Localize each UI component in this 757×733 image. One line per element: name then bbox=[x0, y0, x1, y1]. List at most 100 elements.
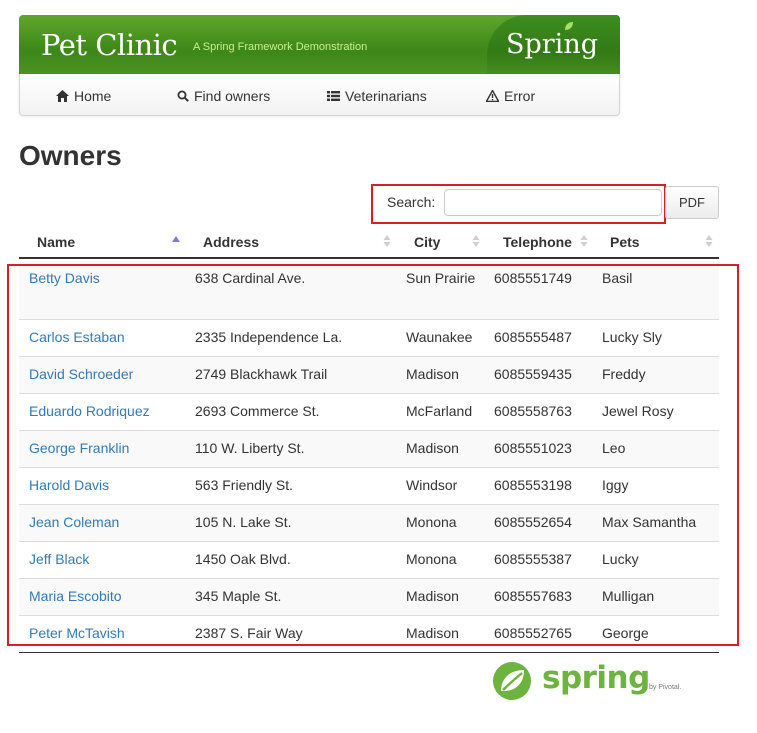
spring-logo-text: Spring bbox=[506, 29, 598, 60]
owner-name-link[interactable]: David Schroeder bbox=[29, 366, 133, 382]
nav-item-error[interactable]: Error bbox=[486, 87, 535, 105]
table-row: Peter McTavish 2387 S. Fair Way Madison … bbox=[19, 616, 719, 652]
owner-pets: George bbox=[602, 625, 649, 641]
owner-name-link[interactable]: Betty Davis bbox=[29, 270, 100, 286]
list-icon bbox=[327, 91, 340, 101]
owner-city: Monona bbox=[406, 514, 457, 530]
brand-subtitle: A Spring Framework Demonstration bbox=[193, 41, 368, 53]
column-header-address[interactable]: Address bbox=[203, 234, 259, 250]
owner-name-link[interactable]: Eduardo Rodriquez bbox=[29, 403, 150, 419]
pdf-export-button[interactable]: PDF bbox=[665, 186, 719, 219]
sort-both-icon[interactable] bbox=[580, 234, 588, 248]
search-icon bbox=[177, 90, 189, 102]
footer-logo-subtext: by Pivotal. bbox=[649, 684, 682, 691]
owner-pets: Iggy bbox=[602, 477, 629, 493]
owner-name-link[interactable]: Peter McTavish bbox=[29, 625, 125, 641]
home-icon bbox=[56, 90, 69, 102]
owner-address: 2387 S. Fair Way bbox=[195, 625, 303, 641]
sort-both-icon[interactable] bbox=[383, 234, 391, 248]
owner-address: 2335 Independence La. bbox=[195, 329, 343, 345]
owner-address: 345 Maple St. bbox=[195, 588, 282, 604]
nav-item-label: Veterinarians bbox=[345, 88, 427, 104]
owner-address: 105 N. Lake St. bbox=[195, 514, 292, 530]
column-header-name[interactable]: Name bbox=[37, 234, 75, 250]
owner-pets: Leo bbox=[602, 440, 626, 456]
owner-city: Waunakee bbox=[406, 329, 473, 345]
owner-telephone: 6085555387 bbox=[494, 551, 572, 567]
owner-name-link[interactable]: Maria Escobito bbox=[29, 588, 122, 604]
owner-city: McFarland bbox=[406, 403, 473, 419]
nav-item-label: Find owners bbox=[194, 88, 271, 104]
owners-table: Name Address City Telephone Pets Betty D… bbox=[19, 226, 719, 641]
owner-name-link[interactable]: George Franklin bbox=[29, 440, 129, 456]
owner-address: 2749 Blackhawk Trail bbox=[195, 366, 328, 382]
owner-telephone: 6085557683 bbox=[494, 588, 572, 604]
owner-telephone: 6085558763 bbox=[494, 403, 572, 419]
owner-address: 1450 Oak Blvd. bbox=[195, 551, 291, 567]
owner-telephone: 6085552654 bbox=[494, 514, 572, 530]
owner-city: Madison bbox=[406, 625, 459, 641]
nav-item-veterinarians[interactable]: Veterinarians bbox=[327, 87, 427, 105]
owner-address: 2693 Commerce St. bbox=[195, 403, 320, 419]
table-row: Jean Coleman 105 N. Lake St. Monona 6085… bbox=[19, 505, 719, 542]
column-header-pets[interactable]: Pets bbox=[610, 234, 640, 250]
search-input[interactable] bbox=[444, 189, 662, 216]
main-navbar: Home Find owners Veterinarians Error bbox=[19, 74, 620, 116]
page-title: Owners bbox=[19, 140, 122, 171]
owner-name-link[interactable]: Jean Coleman bbox=[29, 514, 119, 530]
owner-telephone: 6085555487 bbox=[494, 329, 572, 345]
table-row: Maria Escobito 345 Maple St. Madison 608… bbox=[19, 579, 719, 616]
spring-logo-panel: Spring bbox=[487, 15, 620, 74]
owner-pets: Jewel Rosy bbox=[602, 403, 674, 419]
column-header-telephone[interactable]: Telephone bbox=[503, 234, 572, 250]
footer-spring-logo: spring by Pivotal. bbox=[491, 660, 691, 704]
table-bottom-rule bbox=[19, 652, 719, 653]
owner-telephone: 6085553198 bbox=[494, 477, 572, 493]
table-row: David Schroeder 2749 Blackhawk Trail Mad… bbox=[19, 357, 719, 394]
owner-city: Madison bbox=[406, 440, 459, 456]
owner-city: Monona bbox=[406, 551, 457, 567]
table-row: Betty Davis 638 Cardinal Ave. Sun Prairi… bbox=[19, 261, 719, 320]
owner-name-link[interactable]: Harold Davis bbox=[29, 477, 109, 493]
spring-leaf-logo-icon bbox=[493, 662, 531, 700]
owner-name-link[interactable]: Carlos Estaban bbox=[29, 329, 125, 345]
owner-telephone: 6085552765 bbox=[494, 625, 572, 641]
owner-pets: Lucky Sly bbox=[602, 329, 662, 345]
table-row: Jeff Black 1450 Oak Blvd. Monona 6085555… bbox=[19, 542, 719, 579]
search-label: Search: bbox=[387, 194, 436, 210]
sort-both-icon[interactable] bbox=[705, 234, 713, 248]
owner-pets: Lucky bbox=[602, 551, 639, 567]
nav-item-label: Home bbox=[74, 88, 112, 104]
nav-item-label: Error bbox=[504, 88, 536, 104]
table-row: George Franklin 110 W. Liberty St. Madis… bbox=[19, 431, 719, 468]
owner-city: Windsor bbox=[406, 477, 458, 493]
table-header: Name Address City Telephone Pets bbox=[19, 226, 719, 259]
owner-name-link[interactable]: Jeff Black bbox=[29, 551, 89, 567]
owner-pets: Basil bbox=[602, 270, 633, 286]
owner-address: 110 W. Liberty St. bbox=[195, 440, 305, 456]
owner-city: Madison bbox=[406, 366, 459, 382]
owner-telephone: 6085551023 bbox=[494, 440, 572, 456]
app-banner: Pet Clinic A Spring Framework Demonstrat… bbox=[19, 15, 620, 74]
warning-icon bbox=[486, 90, 499, 102]
owner-telephone: 6085551749 bbox=[494, 270, 572, 286]
sort-both-icon[interactable] bbox=[472, 234, 480, 248]
owner-address: 563 Friendly St. bbox=[195, 477, 294, 493]
owner-pets: Freddy bbox=[602, 366, 646, 382]
search-filter: Search: bbox=[371, 184, 666, 224]
table-row: Carlos Estaban 2335 Independence La. Wau… bbox=[19, 320, 719, 357]
footer-logo-text: spring bbox=[542, 660, 650, 696]
nav-item-home[interactable]: Home bbox=[56, 87, 111, 105]
brand-title: Pet Clinic bbox=[41, 28, 178, 62]
column-header-city[interactable]: City bbox=[414, 234, 440, 250]
nav-item-find-owners[interactable]: Find owners bbox=[177, 87, 270, 105]
owner-pets: Max Samantha bbox=[602, 514, 697, 530]
table-row: Eduardo Rodriquez 2693 Commerce St. McFa… bbox=[19, 394, 719, 431]
table-row: Harold Davis 563 Friendly St. Windsor 60… bbox=[19, 468, 719, 505]
owner-telephone: 6085559435 bbox=[494, 366, 572, 382]
owner-address: 638 Cardinal Ave. bbox=[195, 270, 306, 286]
owner-city: Madison bbox=[406, 588, 459, 604]
owner-city: Sun Prairie bbox=[406, 270, 476, 286]
owner-pets: Mulligan bbox=[602, 588, 655, 604]
sort-ascending-icon[interactable] bbox=[172, 234, 180, 248]
